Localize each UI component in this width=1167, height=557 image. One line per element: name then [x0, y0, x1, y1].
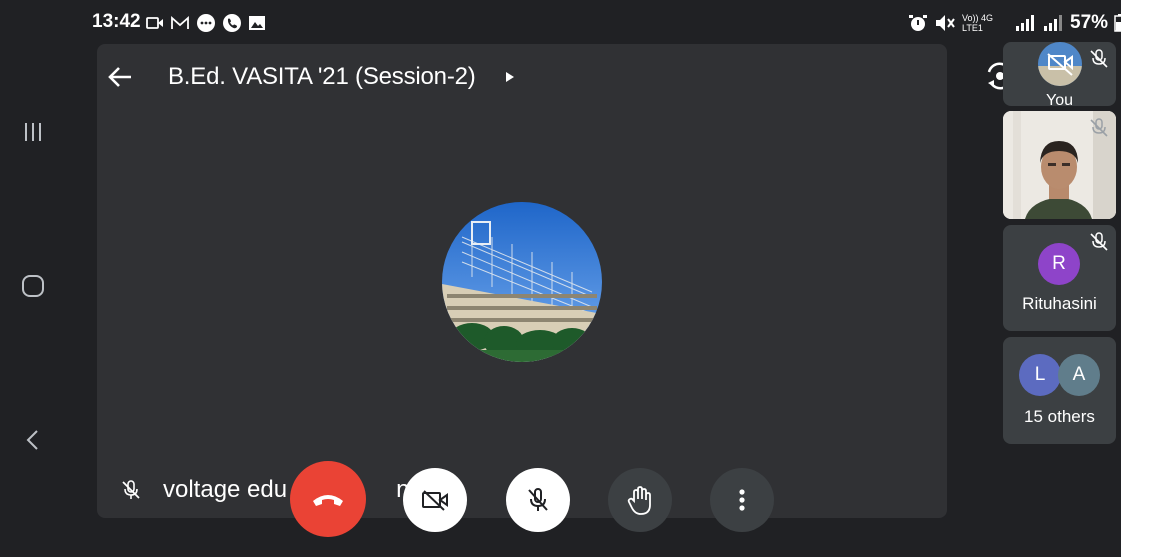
participant-tile-others[interactable]: L A 15 others	[1003, 337, 1116, 444]
recent-apps-icon	[25, 123, 41, 141]
participant-tile-video[interactable]	[1003, 111, 1116, 219]
camera-toggle-button[interactable]	[403, 468, 467, 532]
self-avatar	[1038, 42, 1082, 86]
image-icon	[249, 16, 265, 30]
avatar-l: L	[1019, 354, 1061, 396]
mic-off-icon	[122, 480, 140, 499]
presenter-label: voltage edu n	[119, 472, 409, 508]
recent-apps-button[interactable]	[0, 112, 66, 152]
alarm-icon	[909, 15, 927, 31]
end-call-icon	[313, 495, 343, 506]
mic-toggle-button[interactable]	[506, 468, 570, 532]
others-count: 15 others	[1024, 407, 1095, 426]
chevron-right-icon[interactable]	[505, 71, 515, 83]
home-icon	[22, 275, 44, 297]
participant-name-you: You	[1046, 92, 1073, 106]
presenter-name: voltage edu	[163, 476, 288, 503]
end-call-button[interactable]	[290, 461, 366, 537]
battery-percent: 57%	[1070, 12, 1109, 33]
home-button[interactable]	[0, 266, 66, 306]
meeting-header: B.Ed. VASITA '21 (Session-2)	[97, 44, 947, 110]
main-video-stage: B.Ed. VASITA '21 (Session-2) voltage edu…	[97, 44, 947, 518]
mic-off-icon	[1090, 232, 1108, 251]
screen-edge	[1121, 0, 1167, 557]
phone-icon	[223, 14, 241, 32]
video-record-icon	[146, 17, 163, 29]
camera-muted-overlay-icon	[1038, 53, 1082, 86]
camera-off-icon	[422, 490, 448, 511]
back-nav-icon	[26, 430, 38, 450]
mic-off-icon	[1090, 49, 1108, 68]
signal-icon	[1016, 15, 1034, 31]
message-icon	[197, 14, 215, 32]
building-photo	[442, 202, 602, 362]
signal-icon-2	[1044, 15, 1062, 31]
system-nav-bar	[0, 0, 66, 557]
avatar-a: A	[1058, 354, 1100, 396]
mic-off-icon	[1090, 118, 1108, 137]
clock: 13:42	[92, 11, 141, 32]
meeting-title[interactable]: B.Ed. VASITA '21 (Session-2)	[168, 63, 476, 91]
app-frame: 13:42 Vo)) 4G LTE1 57% B.Ed. VASITA '21 …	[0, 0, 1167, 557]
mail-icon	[171, 16, 189, 29]
presenter-avatar	[442, 202, 602, 362]
avatar: R	[1038, 243, 1080, 285]
back-arrow-icon[interactable]	[103, 62, 137, 92]
participant-name: Rituhasini	[1022, 294, 1097, 313]
more-options-button[interactable]	[710, 468, 774, 532]
more-vert-icon	[739, 489, 745, 511]
battery-icon	[1114, 14, 1126, 32]
participant-tile-rituhasini[interactable]: R Rituhasini	[1003, 225, 1116, 331]
status-bar: 13:42 Vo)) 4G LTE1 57%	[66, 0, 1126, 44]
back-nav-button[interactable]	[0, 420, 66, 460]
participant-tile-you[interactable]: You	[1003, 42, 1116, 106]
raise-hand-icon	[627, 486, 651, 515]
raise-hand-button[interactable]	[608, 468, 672, 532]
mute-icon	[936, 15, 955, 31]
mic-muted-icon	[528, 488, 548, 511]
network-type: Vo)) 4G LTE1	[962, 13, 994, 33]
